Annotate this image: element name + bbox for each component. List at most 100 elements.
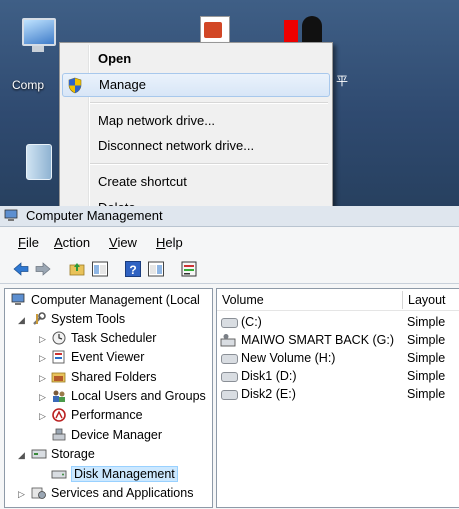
expand-arrow-icon[interactable]: ▷ xyxy=(39,392,46,403)
computer-desktop-icon[interactable]: Comp xyxy=(12,16,60,92)
collapse-arrow-icon[interactable]: ◢ xyxy=(18,450,25,461)
computer-management-icon xyxy=(11,293,25,305)
header-divider xyxy=(217,310,459,311)
tree-item-disk-management[interactable]: Disk Management xyxy=(51,465,178,483)
column-header-layout[interactable]: Layout xyxy=(403,291,459,309)
tree-item-device-manager[interactable]: Device Manager xyxy=(51,426,162,444)
menu-separator xyxy=(90,102,328,104)
properties-icon[interactable] xyxy=(180,260,198,278)
show-hide-action-pane-icon[interactable] xyxy=(147,260,165,278)
tree-item-label: Computer Management (Local xyxy=(31,293,200,307)
shared-folder-icon xyxy=(51,372,66,383)
storage-icon xyxy=(31,449,47,459)
up-folder-icon[interactable] xyxy=(68,260,86,278)
volume-row[interactable]: Disk2 (E:) Simple xyxy=(217,385,459,403)
volume-layout: Simple xyxy=(407,387,446,401)
tree-item-label: Event Viewer xyxy=(71,350,145,364)
tree-item-label: Task Scheduler xyxy=(71,331,157,345)
volume-row[interactable]: Disk1 (D:) Simple xyxy=(217,367,459,385)
menu-item-manage[interactable]: Manage xyxy=(62,73,330,97)
uac-shield-icon xyxy=(68,77,82,94)
tree-item-label: Shared Folders xyxy=(71,370,157,384)
device-manager-icon xyxy=(52,428,66,441)
volume-layout: Simple xyxy=(407,369,446,383)
menu-item-open[interactable]: Open xyxy=(62,47,330,71)
volume-row[interactable]: MAIWO SMART BACK (G:) Simple xyxy=(217,331,459,349)
window-title: Computer Management xyxy=(26,208,163,223)
tree-item-label: Disk Management xyxy=(71,466,178,482)
volume-list: Volume Layout (C:) Simple MAIWO SMART BA… xyxy=(216,288,459,508)
menu-item-disconnect-network-drive[interactable]: Disconnect network drive... xyxy=(62,134,330,158)
volume-name: New Volume (H:) xyxy=(241,351,336,365)
menu-file[interactable]: File xyxy=(18,235,39,250)
column-header-volume[interactable]: Volume xyxy=(217,291,403,309)
collapse-arrow-icon[interactable]: ◢ xyxy=(18,315,25,326)
back-arrow-icon[interactable] xyxy=(12,260,30,278)
menu-item-map-network-drive[interactable]: Map network drive... xyxy=(62,109,330,133)
tree-item-computer-management[interactable]: Computer Management (Local xyxy=(11,291,200,309)
bin-icon xyxy=(26,144,52,180)
expand-arrow-icon[interactable]: ▷ xyxy=(39,334,46,345)
menu-view[interactable]: View xyxy=(109,235,137,250)
desktop: Comp 平 Open Manage Map network drive... … xyxy=(0,0,459,208)
volume-row[interactable]: (C:) Simple xyxy=(217,313,459,331)
context-menu: Open Manage Map network drive... Disconn… xyxy=(59,42,333,208)
tree-item-task-scheduler[interactable]: Task Scheduler xyxy=(51,329,156,347)
expand-arrow-icon[interactable]: ▷ xyxy=(39,411,46,422)
tree-item-storage[interactable]: Storage xyxy=(31,445,95,463)
volume-name: (C:) xyxy=(241,315,262,329)
svg-text:?: ? xyxy=(129,263,136,277)
tree-item-shared-folders[interactable]: Shared Folders xyxy=(51,368,156,386)
drive-icon xyxy=(221,318,238,328)
tree-item-performance[interactable]: Performance xyxy=(51,406,143,424)
removable-drive-icon xyxy=(220,334,236,347)
menu-separator xyxy=(90,163,328,165)
expand-arrow-icon[interactable]: ▷ xyxy=(39,353,46,364)
desktop-label-fragment: 平 xyxy=(336,74,349,88)
forward-arrow-icon[interactable] xyxy=(34,260,52,278)
recycle-bin-icon[interactable] xyxy=(22,140,56,184)
drive-icon xyxy=(221,390,238,400)
volume-row[interactable]: New Volume (H:) Simple xyxy=(217,349,459,367)
volume-layout: Simple xyxy=(407,351,446,365)
clock-icon xyxy=(52,331,66,345)
tools-icon xyxy=(33,312,46,325)
menu-help[interactable]: Help xyxy=(156,235,183,250)
monitor-stand xyxy=(32,46,44,52)
show-hide-console-tree-icon[interactable] xyxy=(91,260,109,278)
title-bar[interactable]: Computer Management xyxy=(0,206,459,227)
volume-name: Disk2 (E:) xyxy=(241,387,296,401)
toolbar: ? xyxy=(0,255,459,284)
tree-item-label: Performance xyxy=(71,408,143,422)
volume-name: MAIWO SMART BACK (G:) xyxy=(241,333,395,347)
tree-item-local-users-and-groups[interactable]: Local Users and Groups xyxy=(51,387,206,405)
tree-item-event-viewer[interactable]: Event Viewer xyxy=(51,348,144,366)
tree-item-label: Storage xyxy=(51,447,95,461)
tree-item-label: Device Manager xyxy=(71,428,163,442)
menu-bar: File Action View Help xyxy=(0,233,459,253)
tree-item-label: Local Users and Groups xyxy=(71,389,206,403)
expand-arrow-icon[interactable]: ▷ xyxy=(18,489,25,500)
monitor-icon xyxy=(22,18,56,46)
tree-item-services-and-applications[interactable]: Services and Applications xyxy=(31,484,193,502)
users-icon xyxy=(53,390,65,402)
volume-name: Disk1 (D:) xyxy=(241,369,297,383)
tree-item-label: System Tools xyxy=(51,312,126,326)
console-tree: Computer Management (Local ◢ System Tool… xyxy=(4,288,213,508)
help-icon[interactable]: ? xyxy=(124,260,142,278)
expand-arrow-icon[interactable]: ▷ xyxy=(39,373,46,384)
performance-icon xyxy=(52,408,66,422)
computer-management-icon xyxy=(4,209,18,221)
drive-icon xyxy=(221,354,238,364)
ppt-mark xyxy=(204,22,222,38)
tree-item-label: Services and Applications xyxy=(51,486,194,500)
disk-management-icon xyxy=(51,470,67,479)
menu-item-manage-label: Manage xyxy=(99,77,146,92)
event-viewer-icon xyxy=(52,350,65,364)
menu-item-create-shortcut[interactable]: Create shortcut xyxy=(62,170,330,194)
tree-item-system-tools[interactable]: System Tools xyxy=(31,310,125,328)
services-icon xyxy=(31,487,46,499)
drive-icon xyxy=(221,372,238,382)
menu-action[interactable]: Action xyxy=(54,235,90,250)
volume-layout: Simple xyxy=(407,315,446,329)
